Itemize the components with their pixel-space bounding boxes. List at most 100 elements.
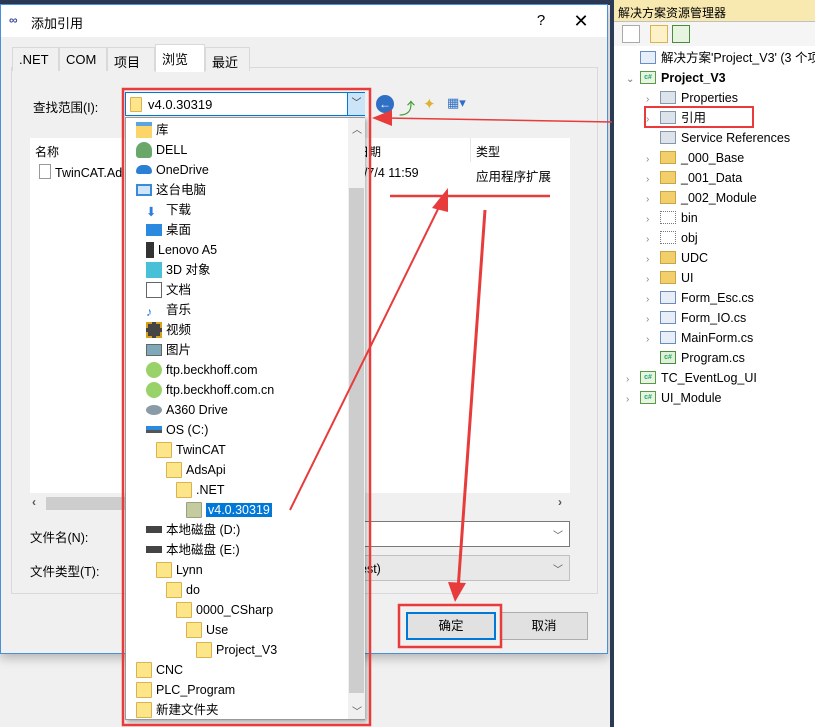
chevron-right-icon[interactable]: › <box>646 230 660 250</box>
tree-item[interactable]: 解决方案'Project_V3' (3 个项目) <box>626 48 815 68</box>
dropdown-item[interactable]: Project_V3 <box>196 640 277 660</box>
dropdown-item[interactable]: 文档 <box>146 280 191 300</box>
chevron-down-icon[interactable]: ﹀ <box>553 527 563 542</box>
help-button[interactable]: ? <box>531 11 551 31</box>
dropdown-item[interactable]: 视频 <box>146 320 191 340</box>
dropdown-item[interactable]: do <box>166 580 200 600</box>
scroll-down-icon[interactable]: ﹀ <box>352 703 362 718</box>
refresh-icon[interactable] <box>672 25 690 43</box>
tree-item[interactable]: › bin <box>646 208 698 228</box>
dropdown-item[interactable]: A360 Drive <box>146 400 228 420</box>
dropdown-item[interactable]: ftp.beckhoff.com.cn <box>146 380 274 400</box>
tree-item[interactable]: › Form_IO.cs <box>646 308 746 328</box>
dropdown-item[interactable]: Lenovo A5 <box>146 240 217 260</box>
dropdown-item[interactable]: OS (C:) <box>146 420 208 440</box>
tree-item[interactable]: › obj <box>646 228 698 248</box>
dropdown-item[interactable]: 本地磁盘 (E:) <box>146 540 240 560</box>
chevron-right-icon[interactable]: › <box>646 250 660 270</box>
tab-projects[interactable]: 项目 <box>107 47 155 71</box>
dropdown-item[interactable]: 图片 <box>146 340 191 360</box>
cancel-button[interactable]: 取消 <box>500 612 588 640</box>
chevron-right-icon[interactable]: › <box>646 210 660 230</box>
tree-item[interactable]: › UI <box>646 268 694 288</box>
dropdown-item[interactable]: 0000_CSharp <box>176 600 273 620</box>
properties-icon[interactable] <box>622 25 640 43</box>
tree-item[interactable]: › _002_Module <box>646 188 757 208</box>
tree-item-label: 解决方案'Project_V3' (3 个项目) <box>661 51 815 65</box>
tree-item[interactable]: ⌄ c# Project_V3 <box>626 68 726 88</box>
tab-com[interactable]: COM <box>59 47 107 71</box>
dropdown-item[interactable]: ftp.beckhoff.com <box>146 360 258 380</box>
chevron-right-icon[interactable]: › <box>646 170 660 190</box>
dropdown-item[interactable]: Lynn <box>156 560 203 580</box>
dropdown-item[interactable]: 这台电脑 <box>136 180 206 200</box>
file-type-select[interactable]: est) ﹀ <box>345 555 570 581</box>
tree-item[interactable]: c# Program.cs <box>646 348 745 368</box>
tree-item[interactable]: › MainForm.cs <box>646 328 753 348</box>
scroll-left-icon[interactable]: ‹ <box>32 495 36 509</box>
excluded-folder-icon <box>660 231 676 245</box>
chevron-right-icon[interactable]: › <box>646 330 660 350</box>
tree-item[interactable]: Service References <box>646 128 790 148</box>
dropdown-item[interactable]: AdsApi <box>166 460 226 480</box>
chevron-down-icon[interactable]: ﹀ <box>347 93 365 115</box>
chevron-right-icon[interactable]: › <box>626 370 640 390</box>
chevron-right-icon[interactable]: › <box>646 310 660 330</box>
tree-item[interactable]: › _000_Base <box>646 148 744 168</box>
look-in-dropdown[interactable]: 库 DELL OneDrive 这台电脑 ⬇ 下载 桌面 Lenovo A5 3D 对象文档 ♪ 音… <box>125 117 365 720</box>
file-name-input[interactable]: ﹀ <box>345 521 570 547</box>
dropdown-item[interactable]: OneDrive <box>136 160 209 180</box>
tab-dotnet[interactable]: .NET <box>12 47 59 71</box>
tree-item[interactable]: › _001_Data <box>646 168 742 188</box>
references-icon <box>660 131 676 145</box>
dropdown-item-label: 3D 对象 <box>166 263 211 277</box>
chevron-down-icon[interactable]: ﹀ <box>553 561 563 576</box>
up-folder-icon[interactable]: ⤴ <box>399 95 417 118</box>
tree-item[interactable]: › c# TC_EventLog_UI <box>626 368 757 388</box>
phone-icon <box>146 241 154 258</box>
file-name-cell[interactable]: TwinCAT.Ad <box>55 166 122 180</box>
dropdown-item[interactable]: ⬇ 下载 <box>146 200 191 220</box>
column-header-type[interactable]: 类型 <box>476 143 500 160</box>
chevron-right-icon[interactable]: › <box>646 270 660 290</box>
vertical-scrollbar[interactable]: ︿ ﹀ <box>348 118 365 719</box>
back-icon[interactable]: ← <box>376 95 394 113</box>
scrollbar-thumb[interactable] <box>349 188 364 693</box>
close-button[interactable]: ✕ <box>569 11 593 31</box>
dropdown-item[interactable]: 3D 对象 <box>146 260 210 280</box>
chevron-right-icon[interactable]: › <box>646 190 660 210</box>
chevron-right-icon[interactable]: › <box>626 390 640 410</box>
library-icon <box>136 121 152 138</box>
tree-item[interactable]: › UDC <box>646 248 708 268</box>
tree-item[interactable]: › Form_Esc.cs <box>646 288 754 308</box>
dropdown-item[interactable]: 新建文件夹 <box>136 700 219 720</box>
dropdown-item[interactable]: PLC_Program <box>136 680 235 700</box>
dropdown-item[interactable]: 桌面 <box>146 220 191 240</box>
look-in-combobox[interactable]: v4.0.30319 ﹀ <box>125 92 365 116</box>
dropdown-item[interactable]: v4.0.30319 <box>186 500 272 520</box>
dropdown-item[interactable]: CNC <box>136 660 183 680</box>
ok-button[interactable]: 确定 <box>406 612 496 640</box>
dropdown-item[interactable]: 库 <box>136 120 169 140</box>
scroll-right-icon[interactable]: › <box>558 495 562 509</box>
scroll-up-icon[interactable]: ︿ <box>352 121 362 136</box>
tab-browse[interactable]: 浏览 <box>155 44 205 72</box>
dialog-titlebar[interactable]: ∞ 添加引用 ? ✕ <box>1 5 607 37</box>
dropdown-item[interactable]: ♪ 音乐 <box>146 300 191 320</box>
dropdown-item[interactable]: DELL <box>136 140 187 160</box>
chevron-down-icon[interactable]: ⌄ <box>626 70 640 90</box>
chevron-right-icon[interactable]: › <box>646 150 660 170</box>
chevron-right-icon[interactable]: › <box>646 290 660 310</box>
show-all-files-icon[interactable] <box>650 25 668 43</box>
dropdown-item[interactable]: .NET <box>176 480 224 500</box>
dropdown-item[interactable]: TwinCAT <box>156 440 226 460</box>
tree-item[interactable]: › c# UI_Module <box>626 388 721 408</box>
tree-item[interactable]: › Properties <box>646 88 738 108</box>
new-folder-icon[interactable]: ✦ <box>423 95 441 113</box>
dropdown-item[interactable]: Use <box>186 620 228 640</box>
dropdown-item[interactable]: 本地磁盘 (D:) <box>146 520 240 540</box>
tab-recent[interactable]: 最近 <box>205 47 250 71</box>
tree-item[interactable]: › 引用 <box>644 106 754 128</box>
column-header-name[interactable]: 名称 <box>35 143 59 160</box>
view-menu-icon[interactable]: ▦▾ <box>447 95 473 113</box>
